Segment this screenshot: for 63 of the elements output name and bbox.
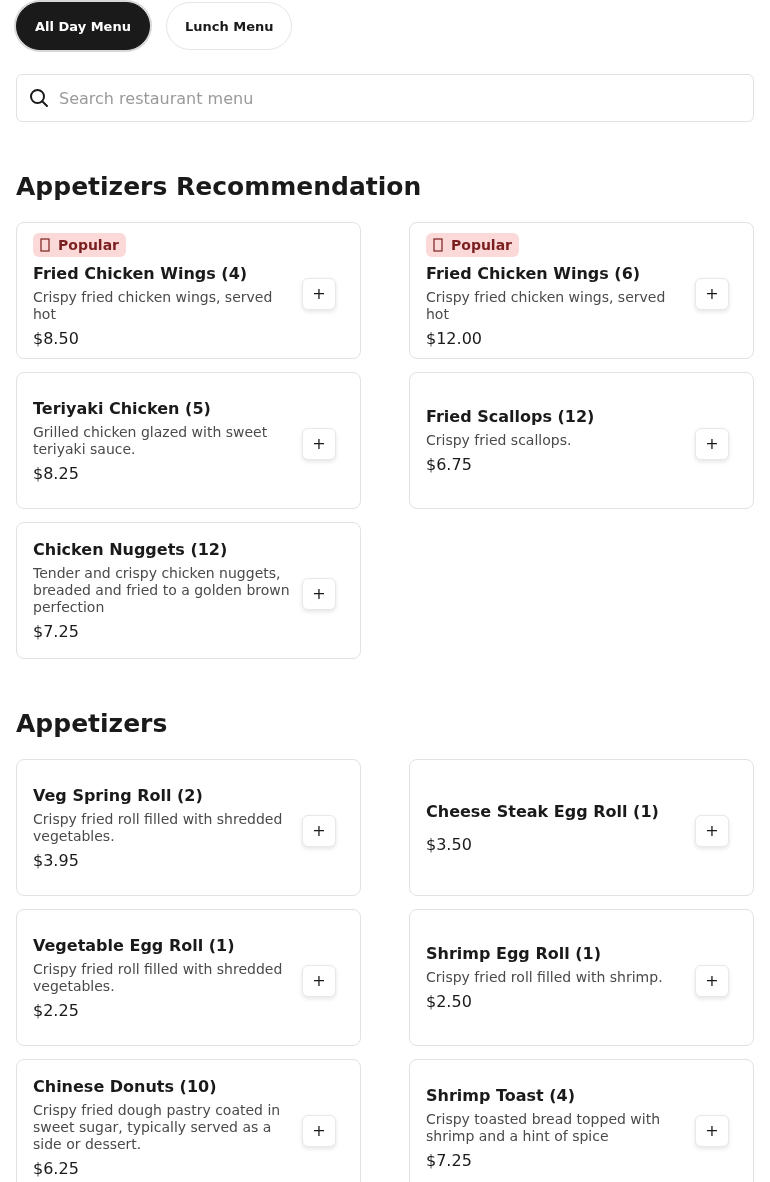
item-price: $7.25 (426, 1150, 472, 1171)
badge-label: Popular (451, 236, 513, 253)
menu-tab[interactable]: Lunch Menu (165, 2, 293, 50)
item-description: Tender and crispy chicken nuggets, breaded and fried to a golden brown perfection (33, 565, 291, 616)
section-heading: Appetizers (16, 709, 169, 739)
item-price: $3.50 (426, 834, 472, 855)
menu-item-card[interactable]: Veg Spring Roll (2) Crispy fried roll filled with shredded vegetables. $3.95 + (16, 759, 361, 896)
item-description: Crispy fried roll filled with shredded vegetables. (33, 960, 284, 995)
add-button[interactable]: + (695, 277, 729, 310)
menu-item-card[interactable]: Vegetable Egg Roll (1) Crispy fried roll filled with shredded vegetables. $2.25 + (16, 909, 361, 1046)
item-name: Vegetable Egg Roll (1) (33, 934, 235, 957)
item-description: Crispy fried chicken wings, served hot (33, 288, 274, 323)
menu-item-card[interactable]: Shrimp Toast (4) Crispy toasted bread topped with shrimp and a hint of spice $7.25 + (409, 1059, 754, 1182)
add-button[interactable]: + (695, 1114, 729, 1147)
item-name: Fried Chicken Wings (4) (33, 262, 248, 285)
item-price: $12.00 (426, 328, 482, 349)
box-icon (433, 237, 443, 252)
item-description: Grilled chicken glazed with sweet teriyaki sauce. (33, 423, 269, 458)
item-price: $6.25 (33, 1159, 79, 1179)
search-field[interactable]: Search restaurant menu (16, 74, 754, 122)
item-price: $2.50 (426, 992, 472, 1012)
add-button[interactable]: + (695, 814, 729, 847)
menu-item-card[interactable]: Chicken Nuggets (12) Tender and crispy chicken nuggets, breaded and fried to a golden brown perfection $7.25 + (16, 522, 361, 659)
add-button[interactable]: + (302, 277, 336, 310)
menu-item-card[interactable]: Teriyaki Chicken (5) Grilled chicken glazed with sweet teriyaki sauce. $8.25 + (16, 372, 361, 509)
menu-item-card[interactable]: Popular Fried Chicken Wings (6) Crispy fried chicken wings, served hot $12.00 + (409, 222, 754, 359)
add-button[interactable]: + (695, 964, 729, 997)
item-name: Teriyaki Chicken (5) (33, 397, 211, 420)
item-description: Crispy fried dough pastry coated in sweet sugar, typically served as a side or dessert. (33, 1102, 282, 1153)
item-description: Crispy toasted bread topped with shrimp and a hint of spice (426, 1110, 662, 1145)
item-description: Crispy fried roll filled with shrimp. (426, 969, 663, 986)
menu-item-card[interactable]: Chinese Donuts (10) Crispy fried dough pastry coated in sweet sugar, typically served as a side or dessert. $6.25 + (16, 1059, 361, 1182)
item-name: Chicken Nuggets (12) (33, 539, 228, 561)
menu-item-card[interactable]: Cheese Steak Egg Roll (1) $3.50 + (409, 759, 754, 896)
item-price: $2.25 (33, 1000, 79, 1021)
add-button[interactable]: + (302, 577, 336, 610)
item-price: $7.25 (33, 622, 79, 642)
item-price: $6.75 (426, 455, 472, 475)
item-price: $3.95 (33, 850, 79, 871)
menu-item-card[interactable]: Shrimp Egg Roll (1) Crispy fried roll filled with shrimp. $2.50 + (409, 909, 754, 1046)
item-name: Fried Scallops (12) (426, 406, 595, 428)
item-name: Shrimp Egg Roll (1) (426, 943, 601, 965)
badge-label: Popular (58, 236, 120, 253)
section-heading: Appetizers Recommendation (16, 172, 423, 202)
menu-item-card[interactable]: Fried Scallops (12) Crispy fried scallops. $6.75 + (409, 372, 754, 509)
item-name: Cheese Steak Egg Roll (1) (426, 800, 659, 823)
add-button[interactable]: + (302, 427, 336, 460)
add-button[interactable]: + (302, 964, 336, 997)
item-name: Chinese Donuts (10) (33, 1076, 217, 1098)
add-button[interactable]: + (302, 814, 336, 847)
item-name: Fried Chicken Wings (6) (426, 262, 641, 285)
item-description: Crispy fried scallops. (426, 432, 572, 449)
item-name: Veg Spring Roll (2) (33, 784, 203, 807)
item-description: Crispy fried roll filled with shredded vegetables. (33, 810, 284, 845)
menu-tab[interactable]: All Day Menu (16, 2, 150, 50)
add-button[interactable]: + (302, 1114, 336, 1147)
box-icon (40, 237, 50, 252)
item-description: Crispy fried chicken wings, served hot (426, 288, 667, 323)
item-price: $8.25 (33, 463, 79, 484)
item-name: Shrimp Toast (4) (426, 1084, 576, 1107)
menu-item-card[interactable]: Popular Fried Chicken Wings (4) Crispy fried chicken wings, served hot $8.50 + (16, 222, 361, 359)
add-button[interactable]: + (695, 427, 729, 460)
item-price: $8.50 (33, 328, 79, 349)
